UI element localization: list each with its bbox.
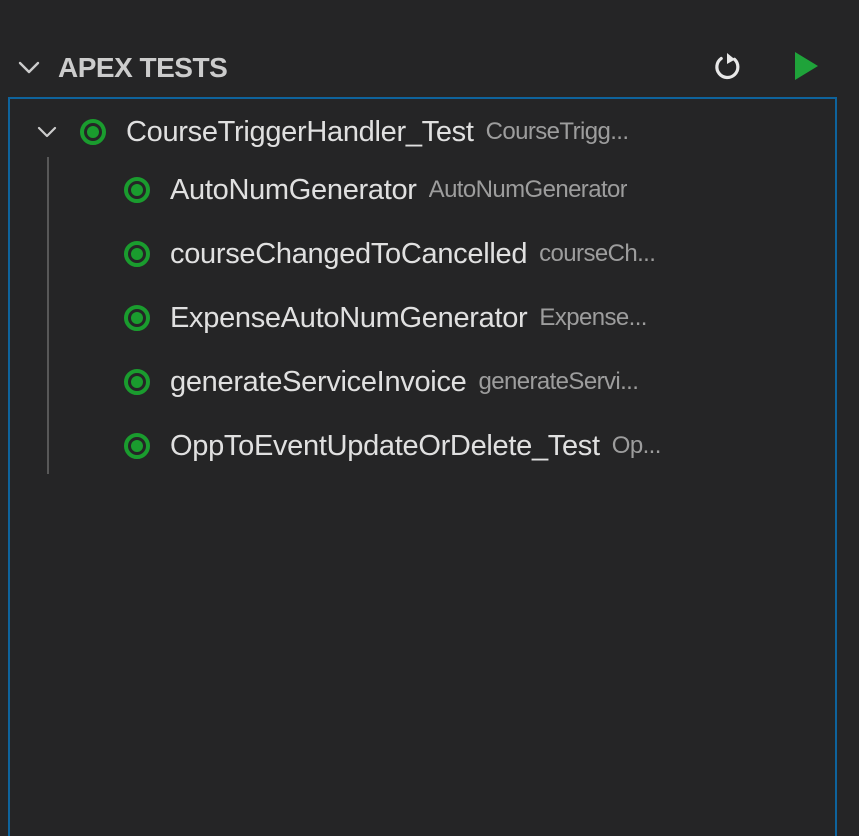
pass-status-icon [80, 119, 106, 145]
test-method-row[interactable]: AutoNumGenerator AutoNumGenerator [10, 161, 835, 219]
test-method-description: Op... [611, 432, 661, 459]
panel-title: APEX TESTS [58, 52, 228, 83]
pass-status-icon [124, 433, 150, 459]
run-all-tests-button[interactable] [786, 48, 826, 88]
test-class-description: CourseTrigg... [485, 118, 629, 145]
pass-status-icon [124, 241, 150, 267]
pass-status-icon [124, 305, 150, 331]
refresh-tests-button[interactable] [708, 48, 748, 88]
run-icon [792, 50, 820, 86]
section-toggle[interactable]: APEX TESTS [12, 48, 228, 88]
test-method-name: AutoNumGenerator [170, 173, 417, 206]
test-method-description: AutoNumGenerator [428, 176, 628, 203]
test-method-name: OppToEventUpdateOrDelete_Test [170, 429, 600, 462]
chevron-down-icon [12, 51, 46, 85]
header-actions [708, 48, 826, 88]
test-method-name: ExpenseAutoNumGenerator [170, 301, 528, 334]
pass-status-icon [124, 177, 150, 203]
chevron-down-icon[interactable] [32, 117, 62, 147]
test-method-row[interactable]: ExpenseAutoNumGenerator Expense... [10, 289, 835, 347]
test-method-name: generateServiceInvoice [170, 365, 467, 398]
panel-header: APEX TESTS [0, 0, 859, 97]
pass-status-icon [124, 369, 150, 395]
test-method-row[interactable]: courseChangedToCancelled courseCh... [10, 225, 835, 283]
test-method-description: generateServi... [478, 368, 639, 395]
test-class-name: CourseTriggerHandler_Test [126, 115, 474, 148]
test-method-description: courseCh... [539, 240, 656, 267]
test-method-row[interactable]: OppToEventUpdateOrDelete_Test Op... [10, 417, 835, 475]
test-method-name: courseChangedToCancelled [170, 237, 528, 270]
refresh-icon [713, 50, 743, 86]
test-class-row[interactable]: CourseTriggerHandler_Test CourseTrigg... [10, 103, 835, 161]
test-method-description: Expense... [539, 304, 647, 331]
test-tree: CourseTriggerHandler_Test CourseTrigg...… [8, 97, 837, 836]
test-method-row[interactable]: generateServiceInvoice generateServi... [10, 353, 835, 411]
apex-tests-panel: APEX TESTS CourseTriggerHandler_Test Cou… [0, 0, 859, 836]
